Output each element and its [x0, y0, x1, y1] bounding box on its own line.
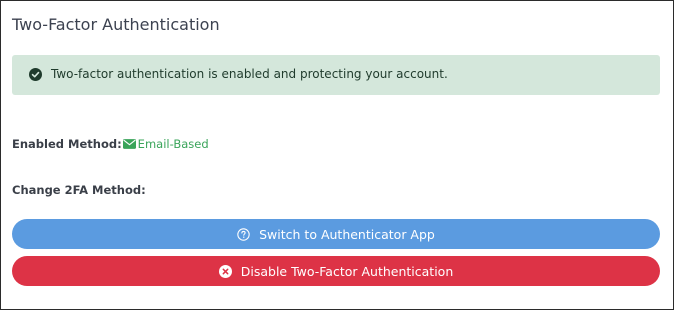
success-alert: Two-factor authentication is enabled and…: [12, 55, 660, 95]
check-circle-icon: [29, 68, 42, 81]
enabled-method-row: Enabled Method: Email-Based: [12, 137, 209, 151]
x-circle-icon: [218, 264, 232, 278]
envelope-icon: [122, 139, 136, 149]
question-circle-icon: [237, 227, 250, 241]
page-title: Two-Factor Authentication: [12, 15, 220, 34]
switch-to-authenticator-button[interactable]: Switch to Authenticator App: [12, 219, 660, 249]
enabled-method-label: Enabled Method:: [12, 137, 122, 151]
two-factor-panel: Two-Factor Authentication Two-factor aut…: [0, 0, 674, 310]
disable-2fa-button[interactable]: Disable Two-Factor Authentication: [12, 256, 660, 286]
change-method-label: Change 2FA Method:: [12, 183, 146, 197]
disable-button-label: Disable Two-Factor Authentication: [240, 263, 454, 279]
switch-button-label: Switch to Authenticator App: [259, 226, 435, 242]
alert-message: Two-factor authentication is enabled and…: [51, 67, 448, 81]
enabled-method-value: Email-Based: [137, 137, 209, 151]
